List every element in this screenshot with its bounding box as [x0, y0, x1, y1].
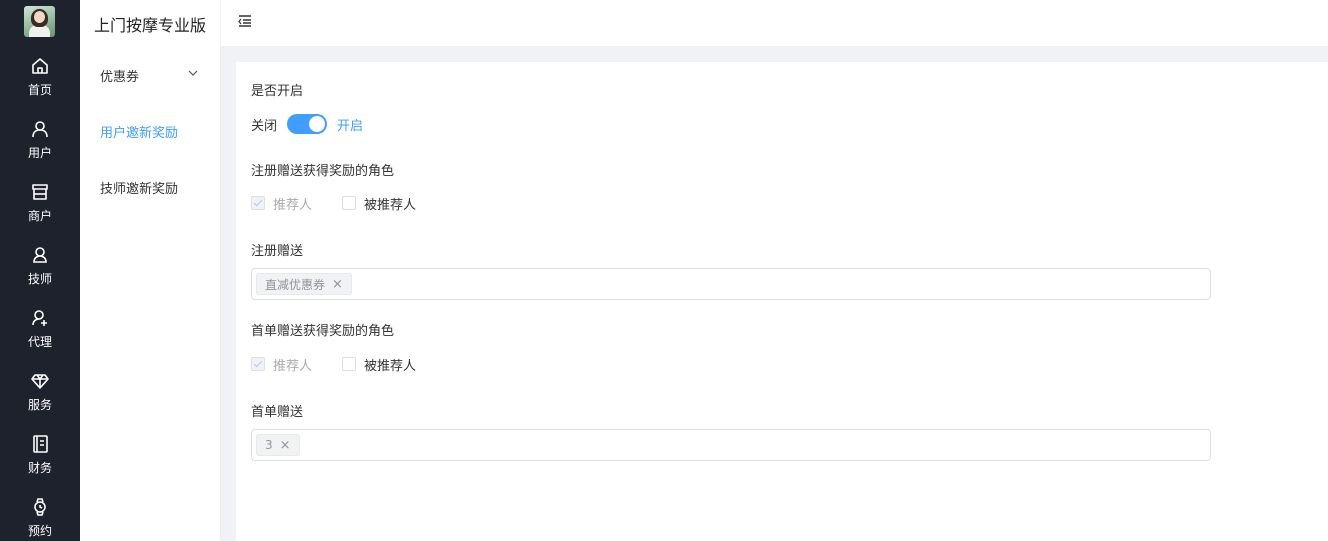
first-order-role-referee-checkbox[interactable]: 被推荐人	[342, 355, 416, 374]
agent-icon	[32, 310, 47, 326]
rail-item-shop[interactable]: 商户	[0, 182, 80, 236]
rail-item-finance[interactable]: 财务	[0, 434, 80, 488]
checkbox-box	[342, 196, 357, 210]
diamond-icon	[31, 374, 49, 389]
checkbox-label: 被推荐人	[364, 197, 417, 213]
first-order-role-referrer-checkbox[interactable]: 推荐人	[251, 355, 312, 374]
rail-item-service[interactable]: 服务	[0, 371, 80, 425]
main-nav-rail: 首页 用户 商户 技师 代理 服务 财务 预约	[0, 0, 80, 541]
register-gift-select[interactable]: 直减优惠券 ×	[251, 268, 1211, 300]
rail-item-label: 代理	[27, 335, 52, 349]
rail-item-label: 首页	[27, 83, 52, 97]
register-role-referrer-checkbox[interactable]: 推荐人	[251, 194, 312, 213]
rail-item-label: 用户	[27, 146, 52, 160]
tag-text: 直减优惠券	[265, 277, 326, 292]
rail-item-label: 预约	[27, 524, 52, 538]
submenu-item-coupon[interactable]: 优惠券	[100, 66, 139, 85]
rail-item-label: 服务	[27, 398, 52, 412]
ledger-icon	[33, 435, 48, 453]
rail-item-agent[interactable]: 代理	[0, 308, 80, 362]
rail-item-label: 技师	[27, 272, 52, 286]
rail-item-user[interactable]: 用户	[0, 119, 80, 173]
technician-icon	[33, 247, 47, 263]
selected-tag: 直减优惠券 ×	[256, 273, 352, 295]
user-icon	[32, 121, 48, 138]
register-roles-group: 推荐人 被推荐人	[251, 194, 446, 213]
register-role-referee-checkbox[interactable]: 被推荐人	[342, 194, 416, 213]
rail-item-booking[interactable]: 预约	[0, 497, 80, 541]
tag-text: 3	[265, 438, 273, 452]
submenu-item-technician-invite-reward[interactable]: 技师邀新奖励	[100, 178, 178, 197]
watch-icon	[34, 498, 46, 516]
rail-item-home[interactable]: 首页	[0, 56, 80, 110]
home-icon	[32, 58, 48, 74]
settings-form: 是否开启 关闭 开启 注册赠送获得奖励的角色 推荐人 被推荐人 注册赠送 直减优…	[236, 62, 1328, 541]
selected-tag: 3 ×	[256, 434, 300, 456]
register-roles-label: 注册赠送获得奖励的角色	[251, 164, 395, 179]
avatar-face	[34, 11, 45, 23]
chevron-down-icon[interactable]	[188, 68, 198, 78]
secondary-menu: 上门按摩专业版 优惠券 用户邀新奖励 技师邀新奖励	[80, 0, 221, 541]
close-icon[interactable]: ×	[280, 438, 291, 453]
shop-icon	[32, 184, 48, 200]
checkbox-box	[251, 357, 265, 371]
checkbox-label: 推荐人	[273, 358, 313, 374]
collapse-menu-icon[interactable]	[238, 14, 252, 28]
enable-label: 是否开启	[251, 84, 304, 99]
submenu-item-user-invite-reward[interactable]: 用户邀新奖励	[100, 122, 178, 141]
rail-item-label: 商户	[27, 209, 52, 223]
first-order-gift-label: 首单赠送	[251, 405, 304, 420]
rail-item-label: 财务	[27, 461, 52, 475]
first-order-roles-label: 首单赠送获得奖励的角色	[251, 324, 395, 339]
top-bar	[221, 0, 1328, 46]
first-order-gift-select[interactable]: 3 ×	[251, 429, 1211, 461]
app-title: 上门按摩专业版	[94, 16, 207, 35]
first-order-roles-group: 推荐人 被推荐人	[251, 355, 446, 374]
checkbox-box	[251, 196, 265, 210]
close-icon[interactable]: ×	[332, 277, 343, 292]
checkbox-box	[342, 357, 357, 371]
switch-off-text[interactable]: 关闭	[251, 115, 277, 134]
switch-knob	[309, 116, 326, 132]
enable-switch[interactable]	[287, 114, 328, 134]
switch-on-text[interactable]: 开启	[337, 115, 363, 134]
checkbox-label: 被推荐人	[364, 358, 417, 374]
checkbox-label: 推荐人	[273, 197, 313, 213]
enable-switch-row: 关闭 开启	[251, 113, 363, 135]
avatar[interactable]	[24, 6, 55, 37]
register-gift-label: 注册赠送	[251, 244, 304, 259]
rail-item-technician[interactable]: 技师	[0, 245, 80, 299]
